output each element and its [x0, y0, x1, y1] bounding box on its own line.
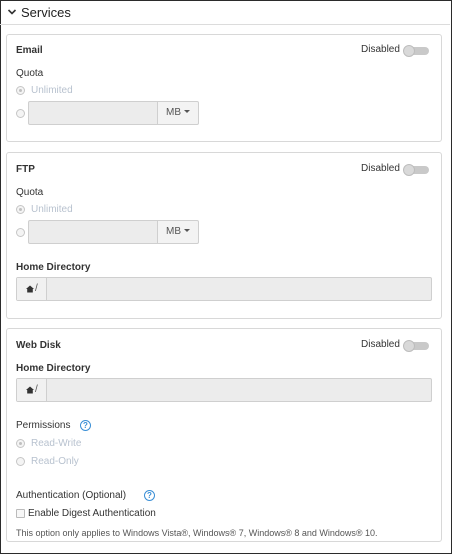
caret-down-icon — [184, 110, 190, 113]
email-toggle[interactable] — [403, 45, 429, 57]
email-toggle-label: Disabled — [361, 44, 400, 55]
home-prefix-slash: / — [35, 283, 38, 294]
ftp-unlimited-label: Unlimited — [31, 204, 73, 215]
read-only-label: Read-Only — [31, 456, 79, 467]
home-prefix-slash: / — [35, 384, 38, 395]
digest-auth-label[interactable]: Enable Digest Authentication — [28, 508, 156, 519]
webdisk-home-dir-label: Home Directory — [16, 363, 91, 374]
webdisk-panel: Web Disk Disabled Home Directory / Permi… — [6, 328, 442, 542]
home-icon — [26, 285, 34, 293]
ftp-title: FTP — [16, 164, 35, 175]
auth-help-icon[interactable]: ? — [144, 490, 155, 501]
services-title: Services — [21, 5, 71, 20]
ftp-home-dir-input[interactable]: / — [16, 277, 432, 301]
webdisk-title: Web Disk — [16, 340, 61, 351]
home-icon — [26, 386, 34, 394]
digest-auth-checkbox[interactable] — [16, 509, 25, 518]
read-write-radio[interactable] — [16, 439, 25, 448]
ftp-panel: FTP Disabled Quota Unlimited MB Home Dir… — [6, 152, 442, 319]
digest-auth-note: This option only applies to Windows Vist… — [16, 528, 378, 538]
ftp-home-dir-label: Home Directory — [16, 262, 91, 273]
webdisk-toggle[interactable] — [403, 340, 429, 352]
email-unit-label: MB — [166, 107, 181, 118]
ftp-quota-label: Quota — [16, 187, 44, 198]
permissions-label: Permissions — [16, 420, 71, 431]
email-quota-input[interactable] — [28, 101, 158, 125]
webdisk-home-dir-input[interactable]: / — [16, 378, 432, 402]
home-dir-prefix: / — [17, 278, 47, 300]
ftp-unlimited-radio[interactable] — [16, 205, 25, 214]
caret-down-icon — [184, 229, 190, 232]
toggle-knob — [403, 45, 415, 57]
email-unlimited-label: Unlimited — [31, 85, 73, 96]
ftp-unit-dropdown[interactable]: MB — [158, 220, 199, 244]
read-only-radio[interactable] — [16, 457, 25, 466]
email-unlimited-radio[interactable] — [16, 86, 25, 95]
email-title: Email — [16, 45, 43, 56]
email-quota-label: Quota — [16, 68, 44, 79]
email-custom-quota-radio[interactable] — [16, 109, 25, 118]
services-header[interactable]: Services — [0, 0, 450, 25]
ftp-toggle[interactable] — [403, 164, 429, 176]
email-panel: Email Disabled Quota Unlimited MB — [6, 34, 442, 142]
chevron-down-icon[interactable] — [7, 7, 17, 17]
toggle-knob — [403, 164, 415, 176]
toggle-knob — [403, 340, 415, 352]
ftp-unit-label: MB — [166, 226, 181, 237]
webdisk-toggle-label: Disabled — [361, 339, 400, 350]
ftp-custom-quota-radio[interactable] — [16, 228, 25, 237]
ftp-quota-input[interactable] — [28, 220, 158, 244]
permissions-help-icon[interactable]: ? — [80, 420, 91, 431]
ftp-toggle-label: Disabled — [361, 163, 400, 174]
read-write-label: Read-Write — [31, 438, 82, 449]
home-dir-prefix: / — [17, 379, 47, 401]
auth-label: Authentication (Optional) — [16, 490, 127, 501]
email-unit-dropdown[interactable]: MB — [158, 101, 199, 125]
